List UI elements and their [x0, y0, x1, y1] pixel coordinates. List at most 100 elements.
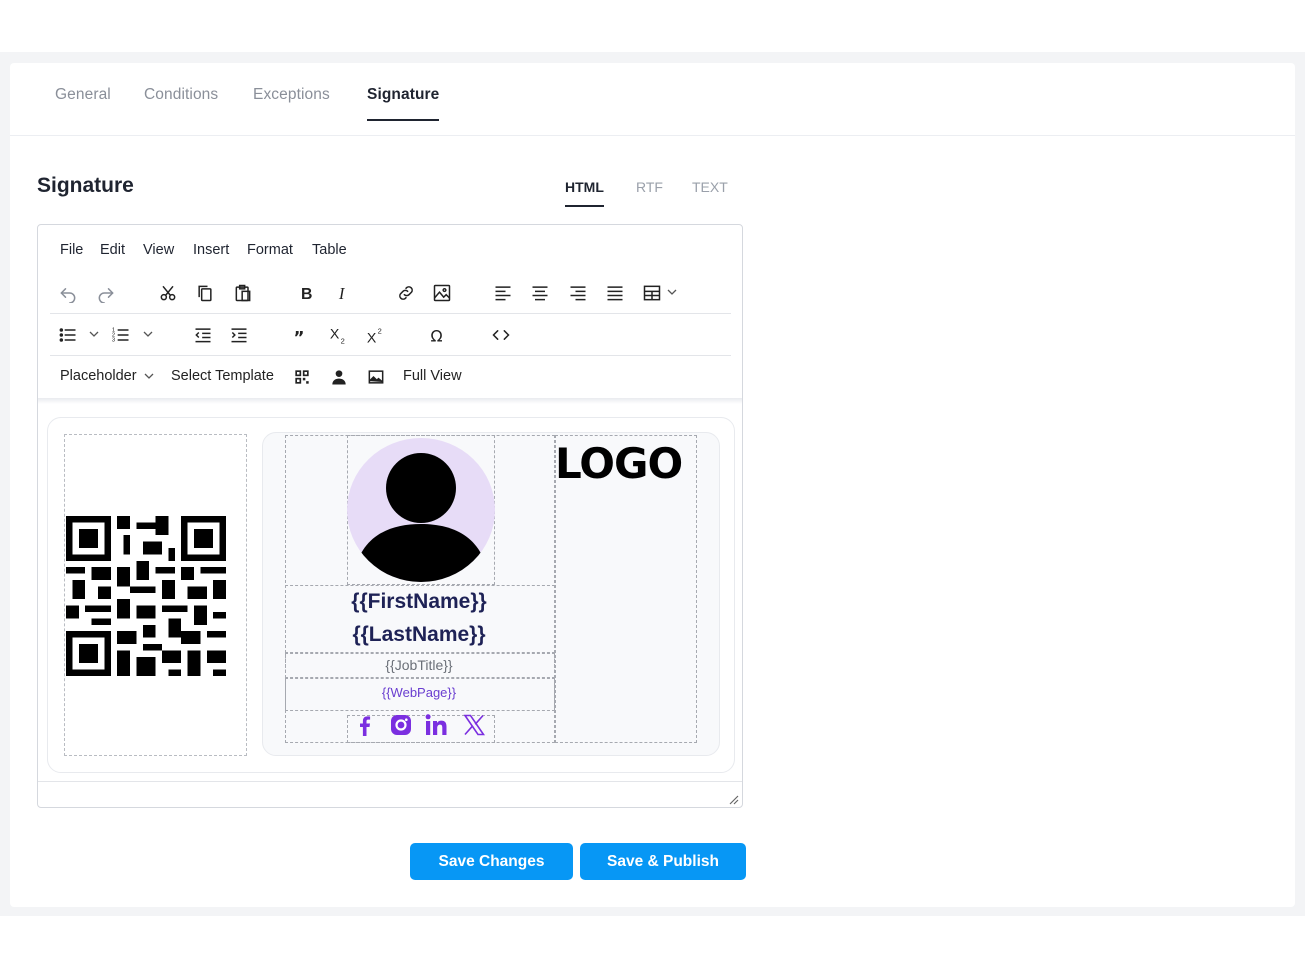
justify-icon	[607, 286, 623, 301]
insert-profile-button[interactable]	[326, 364, 352, 390]
menu-insert[interactable]: Insert	[193, 242, 229, 258]
avatar	[347, 438, 495, 582]
toolbar-row-1: B I	[50, 272, 731, 314]
chevron-down-icon[interactable]	[142, 328, 154, 340]
menu-file[interactable]: File	[60, 242, 83, 258]
placeholder-dropdown[interactable]: Placeholder	[60, 368, 137, 384]
superscript-icon: X2	[367, 326, 382, 346]
resize-handle-icon[interactable]	[729, 795, 739, 805]
full-view-button[interactable]: Full View	[403, 368, 462, 384]
image-icon	[433, 284, 451, 302]
first-name-placeholder: {{FirstName}}	[351, 590, 487, 613]
facebook-icon[interactable]	[348, 711, 382, 739]
menu-edit[interactable]: Edit	[100, 242, 125, 258]
superscript-button[interactable]: X2	[363, 322, 389, 348]
insert-link-button[interactable]	[393, 280, 419, 306]
svg-text:”: ”	[294, 328, 305, 345]
qr-code-image	[66, 516, 226, 676]
tab-conditions[interactable]: Conditions	[144, 86, 218, 104]
menu-format[interactable]: Format	[247, 242, 293, 258]
source-code-button[interactable]	[488, 322, 514, 348]
save-publish-button[interactable]: Save & Publish	[580, 843, 746, 880]
svg-text:2: 2	[341, 336, 345, 345]
cut-button[interactable]	[155, 280, 181, 306]
copy-button[interactable]	[192, 280, 218, 306]
toolbar-row-2: 123 ” X2 X2 Ω	[50, 314, 731, 356]
tab-bar: General Conditions Exceptions Signature	[10, 63, 1295, 136]
numbered-list-icon: 123	[112, 328, 129, 344]
italic-button[interactable]: I	[330, 280, 356, 306]
web-page-placeholder: {{WebPage}}	[381, 685, 457, 700]
outdent-icon	[195, 328, 211, 343]
align-right-button[interactable]	[565, 280, 591, 306]
insert-image-button[interactable]	[429, 280, 455, 306]
paste-icon	[235, 284, 251, 302]
toolbar-row-3: Placeholder Select Template Full View	[50, 356, 731, 398]
svg-text:2: 2	[378, 326, 382, 335]
tab-signature[interactable]: Signature	[367, 86, 440, 121]
link-icon	[399, 286, 413, 300]
select-template-button[interactable]: Select Template	[171, 368, 274, 384]
justify-button[interactable]	[602, 280, 628, 306]
format-tab-rtf[interactable]: RTF	[636, 179, 663, 195]
align-center-icon	[532, 286, 548, 301]
align-center-button[interactable]	[527, 280, 553, 306]
chevron-down-icon[interactable]	[143, 370, 155, 382]
chevron-down-icon[interactable]	[88, 328, 100, 340]
section-title: Signature	[37, 174, 134, 197]
editor-menubar: File Edit View Insert Format Table	[38, 225, 742, 275]
bullet-list-icon	[59, 328, 76, 342]
toolbar-shadow	[38, 398, 742, 404]
redo-button[interactable]	[93, 280, 119, 306]
special-character-button[interactable]: Ω	[425, 322, 451, 348]
tab-exceptions[interactable]: Exceptions	[253, 86, 330, 104]
subscript-icon: X2	[330, 326, 345, 345]
blockquote-button[interactable]: ”	[288, 322, 314, 348]
subscript-button[interactable]: X2	[326, 322, 352, 348]
quote-icon: ”	[294, 328, 305, 345]
editor-content[interactable]: {{FirstName}} {{LastName}} {{JobTitle}} …	[47, 417, 735, 773]
bold-icon: B	[301, 286, 312, 303]
redo-icon	[98, 288, 114, 303]
rich-text-editor: File Edit View Insert Format Table B I 1…	[37, 224, 743, 808]
numbered-list-button[interactable]: 123	[108, 322, 134, 348]
menu-view[interactable]: View	[143, 242, 174, 258]
save-changes-button[interactable]: Save Changes	[410, 843, 573, 880]
format-tab-text[interactable]: TEXT	[692, 179, 728, 195]
svg-text:I: I	[338, 284, 346, 303]
insert-logo-button[interactable]	[363, 364, 389, 390]
signature-card: {{FirstName}} {{LastName}} {{JobTitle}} …	[262, 432, 720, 756]
undo-button[interactable]	[55, 280, 81, 306]
indent-button[interactable]	[226, 322, 252, 348]
instagram-icon[interactable]	[384, 711, 418, 739]
outdent-button[interactable]	[190, 322, 216, 348]
table-button[interactable]	[639, 280, 665, 306]
table-icon	[643, 285, 661, 301]
job-title-placeholder: {{JobTitle}}	[385, 657, 453, 673]
svg-text:X: X	[330, 326, 340, 342]
scissors-icon	[160, 285, 176, 301]
italic-icon: I	[338, 284, 346, 303]
copy-icon	[198, 285, 212, 302]
svg-text:X: X	[367, 331, 377, 346]
tab-general[interactable]: General	[55, 86, 111, 104]
chevron-down-icon[interactable]	[666, 286, 678, 298]
company-logo: LOGO	[555, 439, 683, 488]
insert-qr-button[interactable]	[289, 364, 315, 390]
editor-statusbar	[38, 781, 742, 808]
user-icon	[332, 370, 346, 385]
image-icon	[368, 370, 384, 384]
indent-icon	[231, 328, 247, 343]
bullet-list-button[interactable]	[55, 322, 81, 348]
paste-button[interactable]	[230, 280, 256, 306]
x-twitter-icon[interactable]	[457, 711, 491, 739]
bold-button[interactable]: B	[293, 280, 319, 306]
format-tab-html[interactable]: HTML	[565, 179, 604, 207]
qr-code-cell	[64, 434, 247, 756]
last-name-placeholder: {{LastName}}	[352, 623, 486, 646]
align-right-icon	[570, 286, 586, 301]
menu-table[interactable]: Table	[312, 242, 347, 258]
align-left-button[interactable]	[490, 280, 516, 306]
qr-code-icon	[295, 370, 309, 384]
linkedin-icon[interactable]	[420, 711, 454, 739]
